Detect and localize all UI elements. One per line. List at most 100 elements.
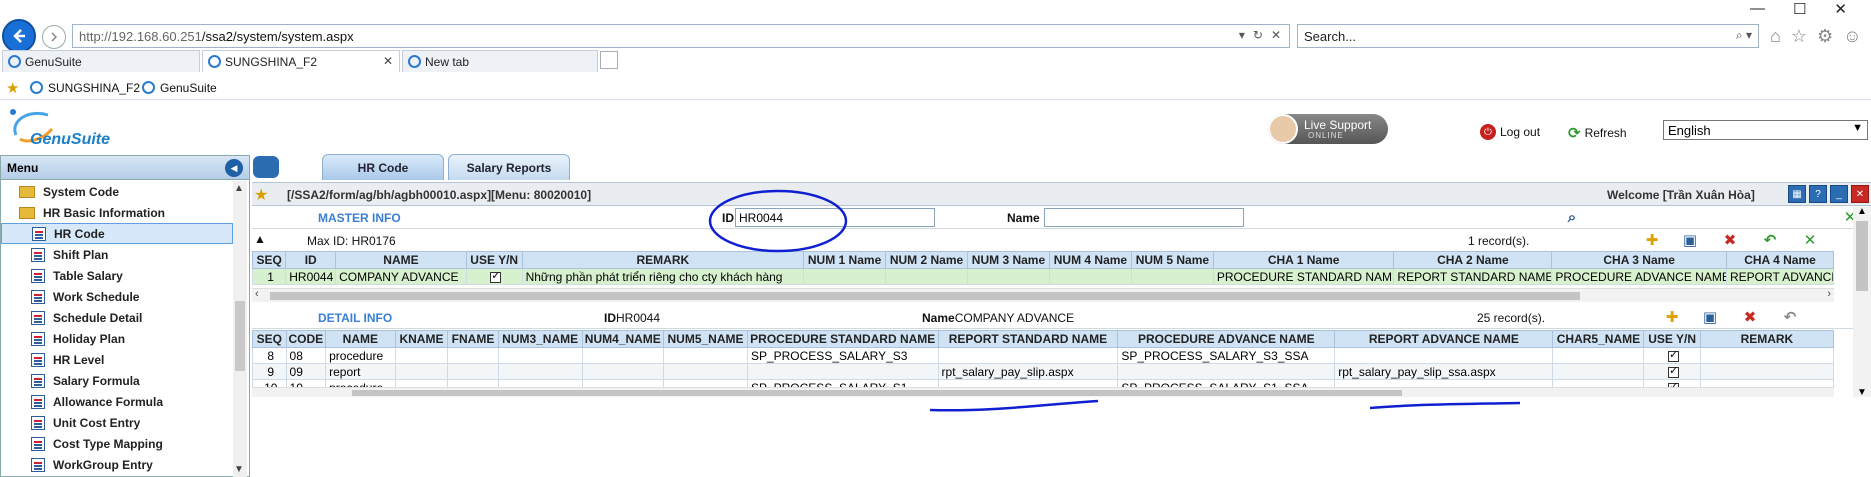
scroll-down-icon[interactable]: ▼ [1857,387,1867,398]
delete-detail-icon[interactable]: ✖ [1740,308,1760,326]
window-close-icon[interactable]: ✕ [1834,0,1847,18]
table-cell[interactable] [1130,268,1214,285]
table-cell[interactable] [803,268,887,285]
tab-hr-code[interactable]: HR Code [322,154,444,180]
table-cell[interactable]: PROCEDURE ADVANCE NAME [1551,268,1727,285]
live-support-button[interactable]: Live Support ONLINE [1268,114,1388,144]
column-header[interactable]: SEQ [251,251,287,269]
scroll-up-icon[interactable]: ▲ [234,183,244,194]
scrollbar-thumb[interactable] [1856,221,1868,291]
column-header[interactable]: NAME [325,330,396,348]
table-cell[interactable] [746,363,939,380]
sidebar-item[interactable]: Shift Plan [1,244,233,265]
favorite-genusuite[interactable]: GenuSuite [142,81,217,95]
undo-detail-icon[interactable]: ↶ [1780,308,1800,326]
scroll-down-icon[interactable]: ▼ [234,464,244,475]
table-cell[interactable]: HR0044 [285,268,337,285]
use-yn-cell[interactable] [1643,363,1701,380]
table-cell[interactable]: rpt_salary_pay_slip.aspx [937,363,1119,380]
table-cell[interactable] [1699,347,1835,364]
master-id-input[interactable]: HR0044 [735,208,935,227]
checkbox-checked-icon[interactable] [1668,349,1680,362]
sidebar-item[interactable]: HR Basic Information [1,202,233,223]
tab-close-icon[interactable]: ✕ [383,54,393,68]
column-header[interactable]: NAME [335,251,467,269]
dropdown-icon[interactable]: ▾ [1239,28,1245,42]
browser-tab-genusuite[interactable]: GenuSuite [2,50,200,72]
sidebar-item[interactable]: Work Schedule [1,286,233,307]
column-header[interactable]: NUM 1 Name [803,251,887,269]
sidebar-item[interactable]: Unit Cost Entry [1,412,233,433]
column-header[interactable]: NUM5_NAME [663,330,748,348]
checkbox-checked-icon[interactable] [1668,365,1680,378]
search-icon[interactable]: ⌕ [1562,208,1582,226]
sidebar-item[interactable]: Cost Type Mapping [1,433,233,454]
table-cell[interactable] [394,347,449,364]
table-cell[interactable]: rpt_salary_pay_slip_ssa.aspx [1334,363,1554,380]
table-row[interactable]: 1HR0044COMPANY ADVANCE Những phần phát tr… [251,268,1835,285]
reload-icon[interactable]: ↻ [1253,28,1263,42]
table-cell[interactable] [1117,363,1336,380]
table-cell[interactable]: SP_PROCESS_SALARY_S3_SSA [1117,347,1336,364]
save-icon[interactable]: ▣ [1680,231,1700,249]
column-header[interactable]: KNAME [394,330,449,348]
table-cell[interactable]: SP_PROCESS_SALARY_S3 [746,347,939,364]
sidebar-item[interactable]: Salary Formula [1,370,233,391]
table-cell[interactable]: PROCEDURE STANDARD NAME [1212,268,1395,285]
column-header[interactable]: NUM3_NAME [497,330,583,348]
column-header[interactable]: REMARK [521,251,805,269]
logout-button[interactable]: ⏻ Log out [1480,124,1540,140]
column-header[interactable]: REPORT ADVANCE NAME [1334,330,1554,348]
main-v-scrollbar[interactable]: ▲ ▼ [1853,206,1871,398]
close-panel-icon[interactable]: ✕ [1851,185,1869,203]
genusuite-logo[interactable]: GenuSuite [8,107,128,148]
table-cell[interactable]: 8 [252,347,287,364]
collapse-menu-icon[interactable]: ◀ [225,159,243,177]
settings-icon[interactable]: ⚙ [1817,26,1833,47]
forward-button[interactable] [42,25,66,49]
refresh-button[interactable]: ⟳ Refresh [1568,124,1627,142]
column-header[interactable]: USE Y/N [1643,330,1701,348]
sidebar-item[interactable]: Allowance Formula [1,391,233,412]
sidebar-scrollbar[interactable]: ▲ ▼ [233,181,247,477]
excel-export-icon[interactable]: ✕ [1800,231,1820,249]
table-cell[interactable] [937,347,1119,364]
add-icon[interactable]: ✚ [1642,231,1662,249]
table-cell[interactable] [885,268,968,285]
sidebar-item[interactable]: HR Level [1,349,233,370]
column-header[interactable]: NUM 3 Name [967,251,1050,269]
browser-tab-newtab[interactable]: New tab [402,50,598,72]
table-cell[interactable]: REPORT STANDARD NAME [1393,268,1553,285]
column-header[interactable]: REMARK [1699,330,1835,348]
column-header[interactable]: REPORT STANDARD NAME [937,330,1119,348]
table-cell[interactable]: REPORT ADVANCE [1725,268,1835,285]
home-tab-icon[interactable] [253,156,279,178]
column-header[interactable]: CHAR5_NAME [1552,330,1645,348]
add-detail-icon[interactable]: ✚ [1662,308,1682,326]
table-cell[interactable] [447,363,499,380]
table-cell[interactable]: 9 [252,363,287,380]
minimize-panel-icon[interactable]: _ [1830,185,1848,203]
table-row[interactable]: 8 08 procedure SP_PROCESS_SALARY_S3 SP_PROCE… [252,347,1835,364]
help-icon[interactable]: ? [1809,185,1827,203]
use-yn-cell[interactable] [1643,347,1701,364]
favorite-star-icon[interactable]: ★ [254,185,268,205]
sidebar-item[interactable]: WorkGroup Entry [1,454,233,475]
minimize-icon[interactable]: — [1750,0,1765,18]
save-detail-icon[interactable]: ▣ [1700,308,1720,326]
search-icon[interactable]: ⌕ ▾ [1736,28,1752,43]
browser-tab-sungshina[interactable]: SUNGSHINA_F2 ✕ [202,50,400,72]
favorites-icon[interactable]: ☆ [1791,26,1807,47]
table-cell[interactable] [1552,363,1645,380]
column-header[interactable]: CODE [285,330,327,348]
new-tab-button[interactable] [600,51,618,69]
column-header[interactable]: NUM4_NAME [581,330,665,348]
table-cell[interactable]: 1 [251,268,287,285]
scroll-right-icon[interactable]: › [1827,288,1831,300]
column-header[interactable]: USE Y/N [465,251,523,269]
table-cell[interactable]: report [325,363,396,380]
maximize-icon[interactable]: ☐ [1793,0,1806,18]
table-cell[interactable] [394,363,449,380]
column-header[interactable]: NUM 2 Name [885,251,968,269]
scroll-left-icon[interactable]: ‹ [255,288,259,300]
